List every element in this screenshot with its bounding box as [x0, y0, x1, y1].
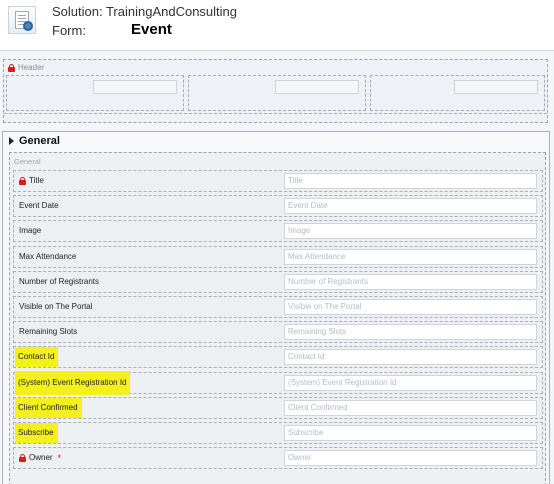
- field-label: Max Attendance: [19, 251, 77, 261]
- tab-general-title[interactable]: General: [9, 135, 60, 147]
- form-field-row[interactable]: Number of Registrants Number of Registran…: [13, 270, 543, 293]
- form-field-row[interactable]: Remaining Slots Remaining Slots: [13, 321, 543, 344]
- field-input[interactable]: Owner: [284, 450, 537, 467]
- section-general-title: General: [14, 157, 41, 166]
- field-input[interactable]: Contact Id: [284, 349, 537, 366]
- field-input[interactable]: Title: [284, 173, 537, 189]
- field-label: Number of Registrants: [19, 276, 100, 286]
- form-field-row[interactable]: Event Date Event Date: [13, 195, 543, 218]
- field-input[interactable]: Visible on The Portal: [284, 299, 537, 315]
- header-cell-2[interactable]: [188, 75, 366, 111]
- field-label: Title: [19, 171, 44, 191]
- field-label: (System) Event Registration Id: [15, 370, 131, 395]
- collapse-triangle-icon[interactable]: [9, 137, 14, 145]
- form-field-row[interactable]: Visible on The Portal Visible on The Port…: [13, 296, 543, 318]
- form-canvas: Header General General Title Title Event D…: [0, 50, 554, 484]
- field-label: Remaining Slots: [19, 327, 78, 337]
- field-input[interactable]: Remaining Slots: [284, 324, 537, 341]
- field-input[interactable]: Max Attendance: [284, 248, 537, 265]
- field-input[interactable]: (System) Event Registration Id: [284, 374, 537, 391]
- field-label: Event Date: [19, 201, 59, 211]
- tab-general[interactable]: General General Title Title Event Date Even…: [2, 131, 550, 484]
- form-field-row[interactable]: Image Image: [13, 220, 543, 243]
- field-label: Image: [19, 226, 42, 236]
- form-editor-header: Solution: TrainingAndConsulting Form: Ev…: [0, 0, 554, 50]
- lock-icon: [19, 177, 26, 185]
- field-input[interactable]: Subscribe: [284, 425, 537, 441]
- form-label: Form:: [52, 23, 86, 38]
- form-field-row[interactable]: Max Attendance Max Attendance: [13, 245, 543, 268]
- form-field-row[interactable]: Contact Id Contact Id: [13, 346, 543, 369]
- header-section-title: Header: [8, 63, 44, 72]
- form-field-row[interactable]: (System) Event Registration Id (System) E…: [13, 370, 543, 395]
- section-general[interactable]: General Title Title Event Date Event Date Im…: [9, 152, 546, 484]
- header-cell-1[interactable]: [6, 75, 184, 111]
- header-divider: [4, 113, 547, 114]
- form-field-row[interactable]: Owner * Owner: [13, 447, 543, 470]
- header-section[interactable]: Header: [3, 59, 548, 123]
- field-input[interactable]: Client Confirmed: [284, 399, 537, 416]
- solution-name: Solution: TrainingAndConsulting: [52, 4, 238, 19]
- required-asterisk: *: [57, 453, 62, 464]
- field-label: Contact Id: [15, 347, 59, 368]
- field-label: Visible on The Portal: [19, 302, 93, 311]
- field-input[interactable]: Number of Registrants: [284, 273, 537, 290]
- field-label: Owner *: [19, 448, 61, 468]
- header-cell-3[interactable]: [370, 75, 545, 111]
- field-label: Client Confirmed: [15, 397, 82, 418]
- solution-icon: [8, 6, 36, 34]
- form-field-row[interactable]: Subscribe Subscribe: [13, 422, 543, 444]
- field-label: Subscribe: [15, 423, 58, 443]
- field-input[interactable]: Image: [284, 223, 537, 240]
- form-field-row[interactable]: Client Confirmed Client Confirmed: [13, 396, 543, 419]
- field-input[interactable]: Event Date: [284, 198, 537, 215]
- form-name: Event: [131, 21, 172, 38]
- form-field-row[interactable]: Title Title: [13, 170, 543, 192]
- lock-icon: [19, 454, 26, 463]
- lock-icon: [8, 63, 15, 72]
